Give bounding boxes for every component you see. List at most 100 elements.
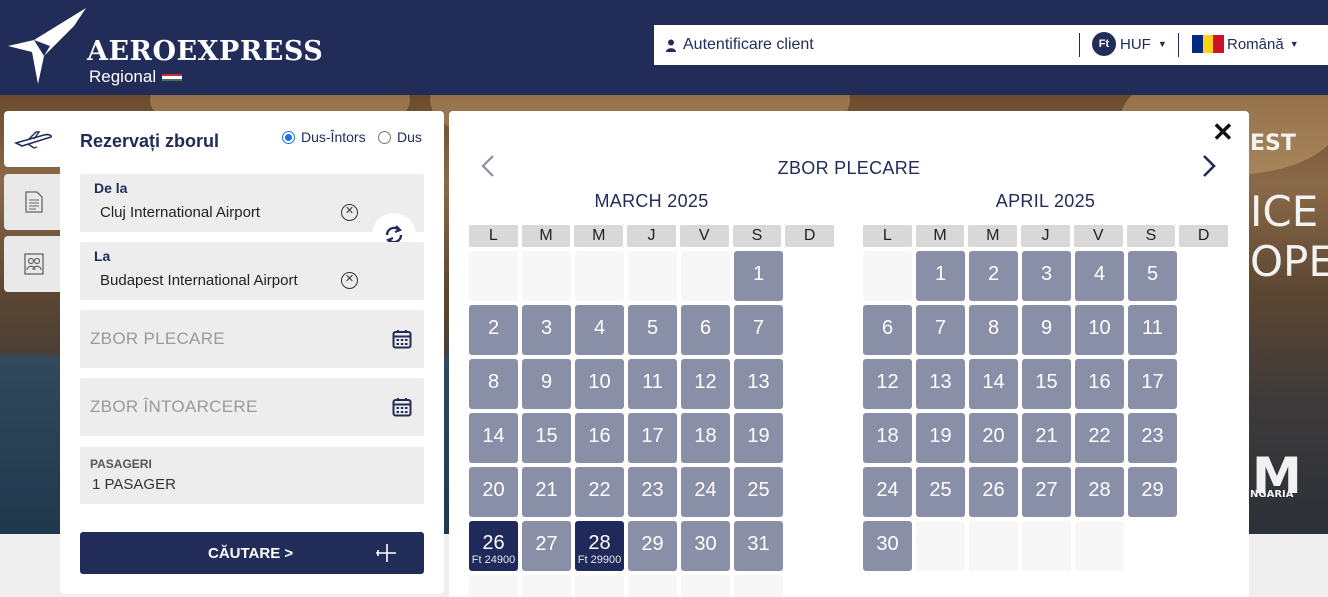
trip-type-label: Dus-Întors: [301, 129, 366, 145]
brand-name: AEROEXPRESS: [87, 36, 324, 67]
currency-code: HUF: [1120, 35, 1151, 53]
weekday-label: D: [785, 225, 835, 247]
day-cell-available[interactable]: 26 Ft 24900: [469, 521, 518, 571]
day-number: 30: [876, 533, 899, 555]
to-label: La: [94, 248, 111, 264]
day-number: 18: [694, 425, 717, 447]
day-number: 10: [588, 371, 611, 393]
day-cell-unavailable: 27: [522, 521, 571, 571]
day-grid: 1 2 3 4 5 6 7 8 9 10 11 12 13 14 15 16 17 18 19 20 21 22 23 24 2…: [863, 251, 1228, 571]
day-cell-unavailable: 14: [469, 413, 518, 463]
search-button[interactable]: CĂUTARE >: [80, 532, 424, 574]
day-number: 13: [929, 371, 952, 393]
clear-to-button[interactable]: ✕: [341, 272, 358, 289]
day-number: 14: [982, 371, 1005, 393]
day-cell-unavailable: 6: [863, 305, 912, 355]
day-cell-unavailable: 24: [863, 467, 912, 517]
month-april: APRIL 2025 L M M J V S D 1 2 3 4 5 6 7 8 9 10 11 12…: [863, 191, 1229, 571]
day-number: 6: [699, 317, 712, 339]
weekday-header: L M M J V S D: [863, 225, 1229, 247]
day-number: 2: [487, 317, 500, 339]
to-field[interactable]: La Budapest International Airport ✕: [80, 242, 424, 300]
day-cell-empty: [734, 575, 783, 597]
day-cell-unavailable: 22: [575, 467, 624, 517]
day-number: 24: [876, 479, 899, 501]
clear-from-button[interactable]: ✕: [341, 204, 358, 221]
promo-text: ICE: [1250, 187, 1319, 236]
day-number: 21: [535, 479, 558, 501]
day-cell-empty: [469, 251, 518, 301]
day-number: 22: [588, 479, 611, 501]
day-cell-unavailable: 23: [628, 467, 677, 517]
brand-logo[interactable]: AEROEXPRESS Regional: [4, 6, 323, 88]
tab-checkin[interactable]: [4, 236, 64, 292]
weekday-label: D: [1179, 225, 1229, 247]
radio-button[interactable]: [378, 130, 391, 144]
day-cell-unavailable: 4: [1075, 251, 1124, 301]
return-date-field[interactable]: ZBOR ÎNTOARCERE: [80, 378, 424, 436]
day-number: 20: [482, 479, 505, 501]
day-number: 1: [934, 263, 947, 285]
day-cell-unavailable: 17: [628, 413, 677, 463]
chevron-down-icon: ▼: [1289, 39, 1299, 49]
day-number: 31: [747, 533, 770, 555]
day-cell-unavailable: 3: [1022, 251, 1071, 301]
trip-type-roundtrip[interactable]: Dus-Întors: [282, 129, 366, 145]
day-cell-unavailable: 11: [628, 359, 677, 409]
day-cell-available[interactable]: 28 Ft 29900: [575, 521, 624, 571]
departure-date-field[interactable]: ZBOR PLECARE: [80, 310, 424, 368]
calendar-icon: [392, 398, 412, 417]
romania-flag-icon: [1192, 35, 1225, 53]
day-number: 24: [694, 479, 717, 501]
from-value[interactable]: Cluj International Airport: [100, 204, 260, 221]
client-login-label: Autentificare client: [683, 36, 814, 53]
currency-selector[interactable]: Ft HUF ▼: [1092, 32, 1167, 56]
day-cell-unavailable: 21: [522, 467, 571, 517]
promo-text: NGARIA: [1250, 489, 1294, 500]
tab-flights[interactable]: [4, 111, 64, 167]
language-selector[interactable]: Română ▼: [1192, 35, 1299, 53]
day-cell-unavailable: 10: [575, 359, 624, 409]
day-number: 5: [646, 317, 659, 339]
tab-documents[interactable]: [4, 174, 64, 230]
day-grid: 1 2 3 4 5 6 7 8 9 10 11 12 13 14 15 16 17 18 19 20 21 22 23 24 2…: [469, 251, 834, 597]
day-number: 10: [1088, 317, 1111, 339]
day-cell-unavailable: 8: [469, 359, 518, 409]
day-number: 8: [987, 317, 1000, 339]
month-name: APRIL 2025: [995, 191, 1096, 211]
day-cell-unavailable: 16: [575, 413, 624, 463]
divider: [1178, 33, 1179, 57]
day-cell-unavailable: 9: [522, 359, 571, 409]
day-cell-unavailable: 4: [575, 305, 624, 355]
day-cell-unavailable: 6: [681, 305, 730, 355]
day-number: 28: [588, 532, 611, 554]
day-cell-unavailable: 24: [681, 467, 730, 517]
client-login-link[interactable]: Autentificare client: [666, 36, 814, 54]
day-cell-unavailable: 30: [681, 521, 730, 571]
day-number: 7: [752, 317, 765, 339]
close-icon[interactable]: ✕: [1212, 119, 1234, 145]
weekday-label: M: [521, 225, 571, 247]
radio-button[interactable]: [282, 130, 295, 144]
day-number: 2: [987, 263, 1000, 285]
day-number: 12: [876, 371, 899, 393]
promo-text: OPE: [1250, 237, 1328, 286]
passengers-value[interactable]: 1 PASAGER: [92, 476, 176, 493]
calendar-title: ZBOR PLECARE: [777, 158, 921, 178]
day-number: 4: [593, 317, 606, 339]
day-number: 14: [482, 425, 505, 447]
to-value[interactable]: Budapest International Airport: [100, 272, 298, 289]
chevron-right-icon[interactable]: [1199, 153, 1219, 179]
trip-type-oneway[interactable]: Dus: [378, 129, 422, 145]
weekday-label: V: [679, 225, 729, 247]
passengers-field[interactable]: PASAGERI 1 PASAGER: [80, 447, 424, 504]
day-number: 20: [982, 425, 1005, 447]
day-cell-empty: [575, 251, 624, 301]
day-number: 17: [1141, 371, 1164, 393]
day-number: 9: [540, 371, 553, 393]
weekday-label: J: [1021, 225, 1070, 247]
from-field[interactable]: De la Cluj International Airport ✕: [80, 174, 424, 232]
day-cell-empty: [522, 251, 571, 301]
plane-icon: [376, 544, 396, 562]
day-number: 26: [982, 479, 1005, 501]
